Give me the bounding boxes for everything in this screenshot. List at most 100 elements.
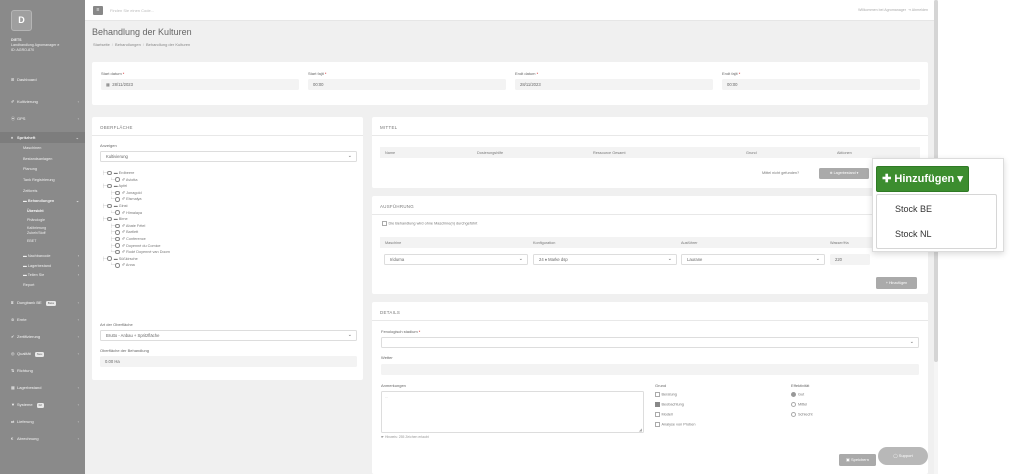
- radio-icon[interactable]: [107, 170, 112, 176]
- dropdown-item-stock-nl[interactable]: Stock NL: [895, 229, 932, 239]
- radio-icon[interactable]: [115, 249, 120, 255]
- radio-icon[interactable]: [107, 256, 112, 261]
- tree-node[interactable]: ├─ ▬ Erdbeere: [102, 170, 170, 177]
- tree-node[interactable]: ├─ ✐ Bartlett: [102, 229, 170, 236]
- radio-icon[interactable]: [115, 223, 120, 228]
- radio-icon[interactable]: [107, 203, 112, 209]
- stock-button[interactable]: ⊕ Lagerbestand ▾: [819, 168, 869, 179]
- end-date-field[interactable]: 28/11/2023: [515, 79, 713, 90]
- water-field[interactable]: 220: [830, 254, 870, 265]
- radio-icon[interactable]: [115, 177, 120, 182]
- checkbox-icon[interactable]: [655, 392, 660, 397]
- sidebar-sub-behandlungen[interactable]: ▬ Behandlungen ⌄: [0, 196, 85, 207]
- config-select[interactable]: 24 ♦ Marke dsp ⌄: [533, 254, 677, 265]
- sidebar-sub-zeitkreis[interactable]: Zeitkreis: [0, 186, 85, 197]
- checkbox-icon[interactable]: [655, 412, 660, 417]
- tree-node[interactable]: └─ ✐ Aviotta: [102, 177, 170, 184]
- executor-select[interactable]: Laurane ⌄: [681, 254, 825, 265]
- checkbox-icon[interactable]: [655, 422, 660, 427]
- sidebar-sub-teile[interactable]: ▬ Teilen Sie ‹: [0, 271, 85, 281]
- sidebar-item-lieferung[interactable]: ⇄ Lieferung ‹: [0, 416, 85, 427]
- tree-node[interactable]: ├─ ✐ Abate Fétel: [102, 223, 170, 230]
- tree-node[interactable]: └─ ✐ Elsmalya: [102, 196, 170, 203]
- sidebar-item-systeme[interactable]: ▼ Systeme 02 ‹: [0, 399, 85, 410]
- dropdown-item-stock-be[interactable]: Stock BE: [895, 204, 932, 214]
- tree-node[interactable]: ├─ ✐ Jonagold: [102, 190, 170, 197]
- sidebar-item-ernte[interactable]: ⊜ Ernte ‹: [0, 314, 85, 325]
- sidebar-sub-ebet[interactable]: EBET: [0, 237, 85, 246]
- tree-node[interactable]: ├─ ▬ Birne: [102, 216, 170, 223]
- sidebar-sub-planung[interactable]: Planung: [0, 164, 85, 175]
- effectiveness-option[interactable]: Mittel: [791, 402, 807, 407]
- radio-icon[interactable]: [115, 197, 120, 202]
- effectiveness-option[interactable]: Gut: [791, 392, 804, 397]
- radio-icon[interactable]: [107, 183, 112, 189]
- hamburger-menu-icon[interactable]: ≡: [93, 6, 103, 15]
- sidebar-sub-maschinen[interactable]: Maschinen: [0, 143, 85, 154]
- radio-icon[interactable]: [791, 402, 796, 407]
- phenology-select[interactable]: ⌄: [381, 337, 919, 348]
- tree-node[interactable]: ├─ ▬ Ginst: [102, 203, 170, 210]
- effectiveness-option[interactable]: Schlecht: [791, 412, 813, 417]
- radio-icon[interactable]: [107, 216, 112, 222]
- sidebar-item-lagerbestand[interactable]: ▦ Lagerbestand ‹: [0, 382, 85, 393]
- add-stock-dropdown-button[interactable]: ✚ Hinzufügen ▾: [876, 166, 969, 192]
- sidebar-item-spritzheft[interactable]: ♦ Spritzheft ⌄: [0, 132, 85, 143]
- chevron-down-icon: ⌄: [518, 256, 523, 262]
- sidebar-sub-tank[interactable]: Tank Registrierung: [0, 175, 85, 186]
- sidebar-item-qualitaet[interactable]: ◎ Qualität Neu ‹: [0, 348, 85, 359]
- tree-node[interactable]: ├─ ▬ Apfel: [102, 183, 170, 190]
- checkbox-icon[interactable]: [382, 221, 387, 226]
- chevron-left-icon: ‹: [77, 273, 79, 278]
- checkbox-checked-icon[interactable]: [655, 402, 660, 407]
- radio-icon[interactable]: [115, 243, 120, 248]
- add-machine-button[interactable]: + Hinzufügen: [876, 277, 917, 289]
- sidebar-sub-kalibrierung[interactable]: Kalibrierung Zubeh/Stoff: [0, 225, 85, 237]
- surface-type-select[interactable]: Brutto - Anbau + Spritzfläche ⌄: [100, 330, 357, 341]
- save-button[interactable]: ▣ Speichern: [839, 454, 876, 466]
- start-time-field[interactable]: 00:00: [308, 79, 506, 90]
- sidebar-sub-nachbarschaft[interactable]: ▬ Nachbarcode ‹: [0, 252, 85, 262]
- weather-field[interactable]: [381, 364, 919, 375]
- tree-node[interactable]: ├─ ✐ Doyenné du Comice: [102, 243, 170, 250]
- radio-icon[interactable]: [115, 263, 120, 268]
- sidebar-sub-lagerbestand[interactable]: ▬ Lagerbestand ‹: [0, 262, 85, 272]
- sidebar-sub-bestaende[interactable]: Bestandsanlagen: [0, 154, 85, 165]
- breadcrumb-item[interactable]: Behandlungen: [115, 42, 141, 47]
- radio-icon[interactable]: [115, 190, 120, 196]
- breadcrumb-item[interactable]: Startseite: [93, 42, 110, 47]
- sidebar-item-kultivierung[interactable]: ✐ Kultivierung ‹: [0, 96, 85, 107]
- logout-link[interactable]: ⇥ Abmelden: [908, 8, 928, 12]
- sidebar-item-gps[interactable]: ⦿ GPS ‹: [0, 113, 85, 124]
- end-time-field[interactable]: 00:00: [722, 79, 920, 90]
- grund-option[interactable]: Beratung: [655, 392, 677, 397]
- sidebar-item-richtung[interactable]: ⇅ Richtung: [0, 365, 85, 376]
- sidebar-item-abrechnung[interactable]: € Abrechnung ‹: [0, 433, 85, 444]
- tree-node[interactable]: └─ ✐ Rodé Doyenné van Doorn: [102, 249, 170, 256]
- machine-select[interactable]: Iridurna ⌄: [384, 254, 528, 265]
- no-machine-checkbox[interactable]: Die Behandlung wird ohne Maschine(n) dur…: [382, 221, 477, 226]
- support-button[interactable]: ◯ Support: [878, 447, 928, 465]
- sidebar-item-zertifizierung[interactable]: ✔ Zertifizierung ‹: [0, 331, 85, 342]
- tree-node[interactable]: ├─ ✐ Conference: [102, 236, 170, 243]
- display-select[interactable]: Kultivierung ⌄: [100, 151, 357, 162]
- sidebar-sub-phenologie[interactable]: Phänologie: [0, 216, 85, 225]
- sidebar-item-dashboard[interactable]: ⊞ Dashboard: [0, 74, 85, 85]
- radio-icon[interactable]: [115, 210, 120, 215]
- tree-node[interactable]: └─ ✐ Anna: [102, 262, 170, 269]
- grund-option[interactable]: Analyse von Proben: [655, 422, 695, 427]
- sidebar-sub-report[interactable]: Report: [0, 281, 85, 291]
- sidebar-sub-uebersicht[interactable]: Übersicht: [0, 207, 85, 216]
- tree-node[interactable]: └─ ✐ Himalaya: [102, 210, 170, 217]
- grund-option[interactable]: Modell: [655, 412, 673, 417]
- tree-node[interactable]: ├─ ▬ Süßkirsche: [102, 256, 170, 263]
- sidebar-item-dungbank[interactable]: ⌸ Dungbank BE Beta ‹: [0, 297, 85, 308]
- start-date-field[interactable]: ▦ 28/11/2023: [101, 79, 299, 90]
- radio-icon[interactable]: [791, 412, 796, 417]
- grund-option[interactable]: Beobachtung: [655, 402, 684, 407]
- notes-textarea[interactable]: ... ◢: [381, 391, 644, 433]
- radio-checked-icon[interactable]: [791, 392, 796, 397]
- radio-icon[interactable]: [115, 236, 120, 242]
- radio-icon[interactable]: [115, 230, 120, 235]
- search-input[interactable]: Finden Sie einen Code...: [110, 8, 154, 13]
